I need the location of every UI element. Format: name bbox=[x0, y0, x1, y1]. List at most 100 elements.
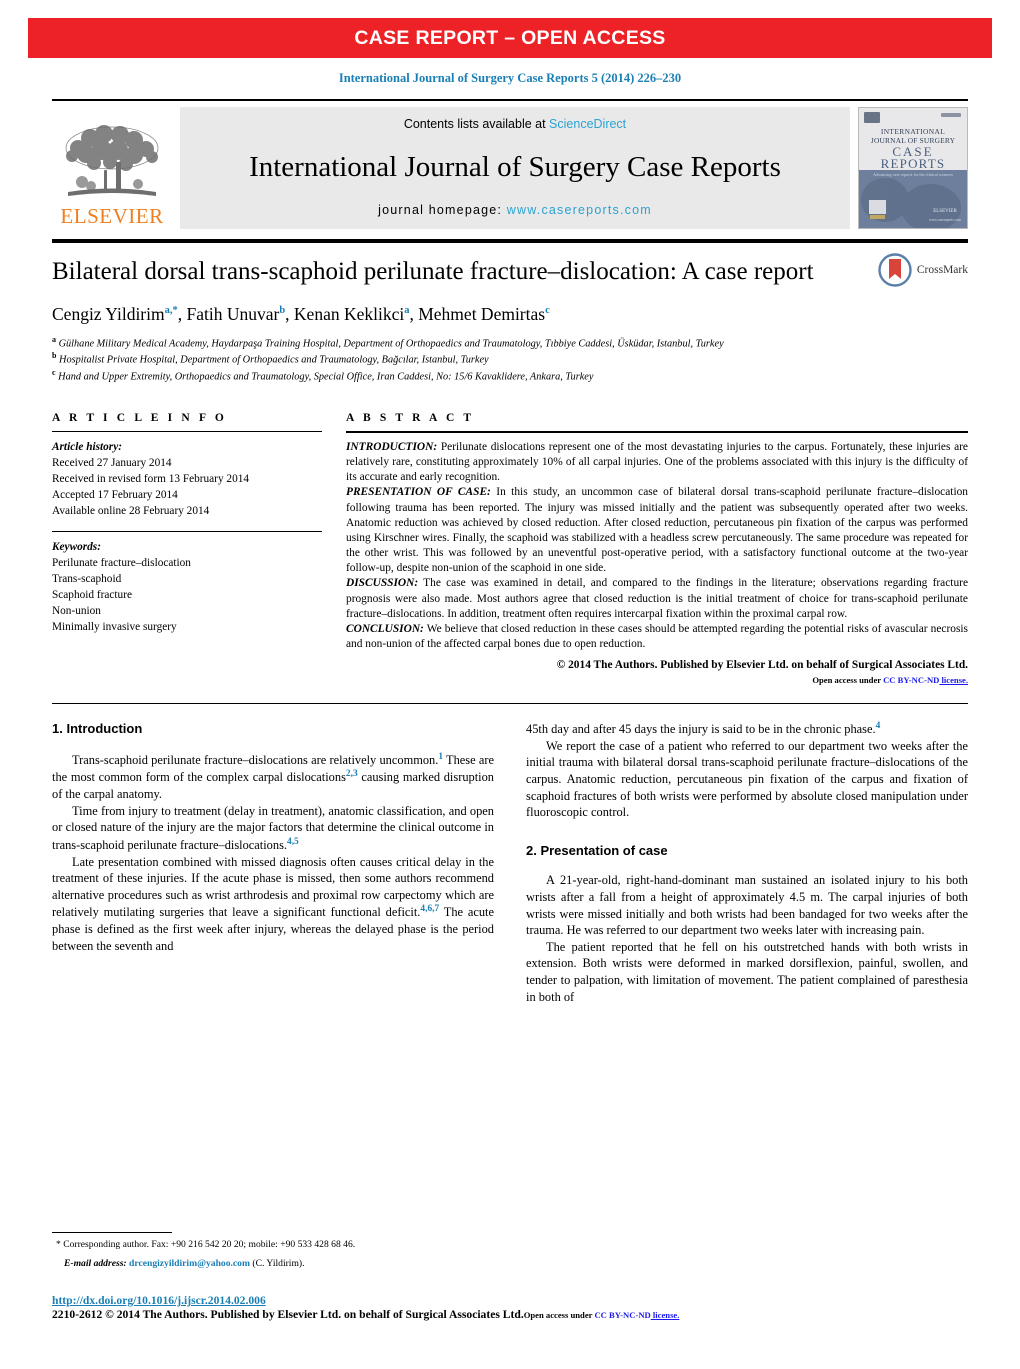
body-columns: 1. Introduction Trans-scaphoid perilunat… bbox=[52, 720, 968, 1100]
section-heading-introduction: 1. Introduction bbox=[52, 721, 143, 737]
contents-prefix: Contents lists available at bbox=[403, 117, 550, 131]
affiliation: b Hospitalist Private Hospital, Departme… bbox=[52, 351, 489, 366]
citation-ref[interactable]: 2,3 bbox=[346, 769, 358, 779]
homepage-link[interactable]: www.casereports.com bbox=[507, 203, 652, 217]
abstract-section-label: INTRODUCTION: bbox=[346, 440, 438, 453]
abstract-body: INTRODUCTION: Perilunate dislocations re… bbox=[346, 440, 968, 652]
abstract-copyright: © 2014 The Authors. Published by Elsevie… bbox=[556, 659, 968, 672]
bottom-license-suffix[interactable]: license. bbox=[651, 1310, 680, 1320]
citation-ref[interactable]: 1 bbox=[438, 752, 443, 762]
report-case-paragraph: We report the case of a patient who refe… bbox=[526, 738, 968, 820]
abstract-section-label: PRESENTATION OF CASE: bbox=[346, 486, 491, 499]
keywords-items: Perilunate fracture–dislocation Trans-sca… bbox=[52, 555, 322, 635]
cover-line4: REPORTS bbox=[881, 156, 946, 171]
introduction-paragraphs: Trans-scaphoid perilunate fracture–dislo… bbox=[52, 751, 494, 955]
continuation-paragraph: 45th day and after 45 days the injury is… bbox=[526, 721, 881, 737]
citation-ref[interactable]: 4,5 bbox=[287, 837, 299, 847]
article-history-item: Accepted 17 February 2014 bbox=[52, 489, 178, 502]
article-history-items: Received 27 January 2014 Received in revi… bbox=[52, 455, 322, 519]
affiliation-list: a Gülhane Military Medical Academy, Hayd… bbox=[52, 335, 968, 384]
abstract-section-label: CONCLUSION: bbox=[346, 622, 424, 635]
info-abstract-region: A R T I C L E I N F O Article history: R… bbox=[52, 412, 968, 685]
issn-copyright-text: 2210-2612 © 2014 The Authors. Published … bbox=[52, 1308, 524, 1321]
article-history-item: Received in revised form 13 February 201… bbox=[52, 473, 250, 485]
author-name: Kenan Keklikci bbox=[293, 304, 405, 324]
abstract-section: PRESENTATION OF CASE: In this study, an … bbox=[346, 486, 968, 575]
author-affiliation-mark: c bbox=[545, 305, 550, 317]
affiliation: c Hand and Upper Extremity, Orthopaedics… bbox=[52, 367, 594, 383]
body-paragraph: Trans-scaphoid perilunate fracture–dislo… bbox=[52, 751, 494, 801]
keyword-item: Non-union bbox=[52, 605, 101, 618]
body-column-left: 1. Introduction Trans-scaphoid perilunat… bbox=[52, 720, 494, 1100]
license-link[interactable]: CC BY-NC-ND bbox=[883, 675, 939, 685]
affiliation-mark: a bbox=[52, 335, 56, 344]
abstract-heading: A B S T R A C T bbox=[346, 411, 475, 424]
journal-cover-thumbnail: INTERNATIONAL JOURNAL OF SURGERY CASE RE… bbox=[858, 107, 968, 229]
article-history-item: Received 27 January 2014 bbox=[52, 456, 172, 469]
presentation-paragraphs: A 21-year-old, right-hand-dominant man s… bbox=[526, 872, 968, 1005]
abstract-column: A B S T R A C T INTRODUCTION: Perilunate… bbox=[346, 412, 968, 685]
body-divider bbox=[52, 703, 968, 705]
cover-tagline: Advancing case reports for the clinical … bbox=[873, 172, 953, 177]
contents-available-line: Contents lists available at ScienceDirec… bbox=[404, 117, 626, 131]
journal-masthead: ELSEVIER Contents lists available at Sci… bbox=[52, 99, 968, 229]
body-paragraph: The patient reported that he fell on his… bbox=[526, 939, 968, 1004]
issn-copyright-line: 2210-2612 © 2014 The Authors. Published … bbox=[52, 1308, 968, 1321]
journal-homepage-line: journal homepage: www.casereports.com bbox=[378, 203, 652, 217]
abstract-section-label: DISCUSSION: bbox=[346, 577, 419, 590]
keywords-block: Keywords: Perilunate fracture–dislocatio… bbox=[52, 539, 322, 635]
abstract-section: CONCLUSION: We believe that closed reduc… bbox=[346, 622, 968, 650]
bottom-license-link[interactable]: CC BY-NC-ND bbox=[594, 1310, 650, 1320]
bottom-open-access-prefix: Open access under bbox=[523, 1310, 595, 1320]
crossmark-label: CrossMark bbox=[916, 264, 968, 276]
author-name: Cengiz Yildirim bbox=[52, 304, 165, 324]
elsevier-wordmark: ELSEVIER bbox=[60, 204, 164, 228]
journal-running-head: International Journal of Surgery Case Re… bbox=[338, 71, 682, 85]
body-paragraph: A 21-year-old, right-hand-dominant man s… bbox=[526, 873, 968, 938]
keywords-label: Keywords: bbox=[52, 541, 101, 554]
banner-label: CASE REPORT – OPEN ACCESS bbox=[354, 26, 666, 49]
abstract-section: INTRODUCTION: Perilunate dislocations re… bbox=[346, 440, 968, 484]
body-paragraph: Late presentation combined with missed d… bbox=[52, 854, 494, 953]
doi-link[interactable]: http://dx.doi.org/10.1016/j.ijscr.2014.0… bbox=[52, 1294, 968, 1307]
cover-line1: INTERNATIONAL bbox=[881, 127, 945, 136]
masthead-center-panel: Contents lists available at ScienceDirec… bbox=[180, 107, 850, 229]
article-history-label: Article history: bbox=[52, 440, 122, 453]
keywords-rule bbox=[52, 531, 322, 533]
abstract-open-access: Open access under CC BY-NC-ND license. bbox=[346, 675, 968, 685]
article-info-rule bbox=[52, 430, 322, 432]
crossmark-icon bbox=[878, 253, 912, 287]
footnote-region: * Corresponding author. Fax: +90 216 542… bbox=[52, 1232, 472, 1271]
email-link[interactable]: drcengizyildirim@yahoo.com bbox=[129, 1258, 250, 1269]
section-heading-presentation: 2. Presentation of case bbox=[526, 842, 668, 858]
cover-publisher: ELSEVIER bbox=[933, 209, 957, 214]
keyword-item: Scaphoid fracture bbox=[52, 589, 132, 602]
sciencedirect-link[interactable]: ScienceDirect bbox=[549, 117, 626, 131]
body-column-right: 45th day and after 45 days the injury is… bbox=[526, 720, 968, 1100]
author-affiliation-mark: a,* bbox=[164, 305, 178, 317]
affiliation-mark: c bbox=[52, 367, 56, 377]
article-info-column: A R T I C L E I N F O Article history: R… bbox=[52, 412, 322, 685]
email-label: E-mail address: bbox=[64, 1258, 127, 1270]
case-report-banner: CASE REPORT – OPEN ACCESS bbox=[28, 18, 992, 58]
author-name: Mehmet Demirtas bbox=[418, 304, 546, 324]
affiliation-mark: b bbox=[52, 351, 57, 361]
article-history-item: Available online 28 February 2014 bbox=[52, 505, 210, 518]
keyword-item: Trans-scaphoid bbox=[52, 573, 122, 586]
body-paragraph: Time from injury to treatment (delay in … bbox=[52, 803, 494, 852]
elsevier-tree-icon bbox=[65, 125, 159, 196]
bottom-matter: http://dx.doi.org/10.1016/j.ijscr.2014.0… bbox=[52, 1294, 968, 1321]
homepage-prefix: journal homepage: bbox=[378, 203, 507, 217]
author-separator: , bbox=[285, 304, 294, 324]
email-suffix: (C. Yildirim). bbox=[249, 1258, 305, 1270]
elsevier-logo: ELSEVIER bbox=[52, 107, 172, 229]
citation-ref[interactable]: 4 bbox=[876, 721, 881, 731]
corresponding-author-note: * Corresponding author. Fax: +90 216 542… bbox=[56, 1239, 356, 1251]
cover-art: INTERNATIONAL JOURNAL OF SURGERY CASE RE… bbox=[859, 108, 967, 228]
article-head: CrossMark Bilateral dorsal trans-scaphoi… bbox=[52, 243, 968, 384]
journal-title: International Journal of Surgery Case Re… bbox=[249, 150, 781, 183]
article-info-heading: A R T I C L E I N F O bbox=[52, 411, 227, 424]
citation-ref[interactable]: 4,6,7 bbox=[420, 904, 439, 914]
crossmark-badge[interactable]: CrossMark bbox=[878, 253, 968, 287]
license-suffix[interactable]: license. bbox=[939, 675, 969, 685]
